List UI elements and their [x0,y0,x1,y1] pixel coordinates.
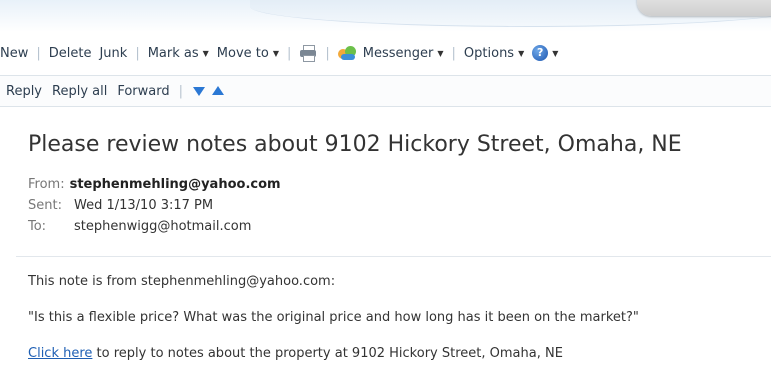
messenger-icon [337,45,358,61]
mark-as-label: Mark as [147,45,199,61]
toolbar-separator: | [325,45,330,61]
messenger-menu[interactable]: Messenger ▼ [334,45,448,61]
mark-as-menu[interactable]: Mark as ▼ [144,46,213,61]
link-suffix-text: to reply to notes about the property at … [92,346,563,361]
body-quote: "Is this a flexible price? What was the … [28,310,639,325]
options-menu[interactable]: Options ▼ [460,46,528,61]
chevron-down-icon: ▼ [552,48,559,58]
header-divider [16,256,771,257]
message-subject: Please review notes about 9102 Hickory S… [28,132,682,157]
message-toolbar: New | Delete Junk | Mark as ▼ Move to ▼ … [0,36,771,70]
reply-button[interactable]: Reply [0,84,47,99]
next-message-button[interactable] [187,84,211,99]
options-label: Options [463,45,515,61]
arrow-down-icon [193,86,206,96]
banner-corner [637,0,771,16]
click-here-link[interactable]: Click here [28,346,92,361]
move-to-label: Move to [216,45,269,61]
sent-value: Wed 1/13/10 3:17 PM [74,198,214,213]
toolbar-separator: | [178,83,184,99]
body-intro: This note is from stephenmehling@yahoo.c… [28,274,336,289]
toolbar-separator: | [135,45,140,61]
help-icon: ? [532,45,549,61]
sent-row: Sent: Wed 1/13/10 3:17 PM [28,198,213,213]
new-button[interactable]: New [0,46,32,61]
toolbar-separator: | [287,45,292,61]
toolbar-separator: | [451,45,456,61]
header-banner [0,0,771,32]
to-row: To: stephenwigg@hotmail.com [28,219,251,234]
body-link-line: Click here to reply to notes about the p… [28,346,563,361]
forward-button[interactable]: Forward [112,84,174,99]
arrow-up-icon [212,85,225,95]
chevron-down-icon: ▼ [272,48,279,58]
print-button[interactable] [295,45,321,62]
from-label: From: [28,177,65,192]
printer-icon [299,45,317,62]
delete-button[interactable]: Delete [45,46,96,61]
reply-toolbar: Reply Reply all Forward | [0,75,771,107]
previous-message-button[interactable] [211,84,230,99]
from-row: From: stephenmehling@yahoo.com [28,177,281,192]
toolbar-separator: | [36,45,41,61]
reply-all-button[interactable]: Reply all [47,84,112,99]
from-value[interactable]: stephenmehling@yahoo.com [70,177,281,192]
help-menu[interactable]: ? ▼ [528,45,562,61]
messenger-label: Messenger [362,45,434,61]
chevron-down-icon: ▼ [518,48,525,58]
junk-button[interactable]: Junk [95,46,131,61]
chevron-down-icon: ▼ [437,48,444,58]
sent-label: Sent: [28,198,62,213]
to-label: To: [28,219,47,234]
move-to-menu[interactable]: Move to ▼ [213,46,283,61]
chevron-down-icon: ▼ [202,48,209,58]
to-value[interactable]: stephenwigg@hotmail.com [74,219,251,234]
